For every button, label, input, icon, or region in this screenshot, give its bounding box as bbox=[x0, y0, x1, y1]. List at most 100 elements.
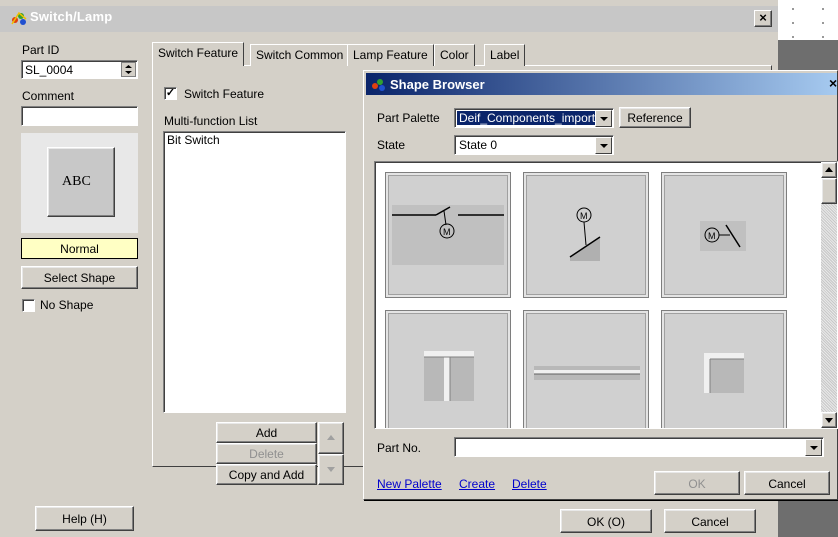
list-item-label: Bit Switch bbox=[167, 133, 220, 147]
delete-link[interactable]: Delete bbox=[512, 477, 547, 491]
shape-cell[interactable]: M bbox=[523, 172, 649, 298]
tab-label-label: Label bbox=[490, 48, 520, 62]
switch-feature-label: Switch Feature bbox=[184, 87, 265, 101]
state-value: State 0 bbox=[459, 138, 498, 152]
new-palette-link[interactable]: New Palette bbox=[377, 477, 442, 491]
part-palette-arrow-icon[interactable] bbox=[595, 110, 612, 127]
svg-text:M: M bbox=[443, 227, 451, 237]
browser-ok-label: OK bbox=[688, 477, 706, 491]
spin-arrows-icon bbox=[125, 65, 132, 74]
corner-icon bbox=[704, 353, 744, 393]
scroll-down-button[interactable] bbox=[821, 412, 837, 428]
motor-switch-diagonal-icon: M bbox=[564, 201, 604, 261]
reference-button[interactable]: Reference bbox=[619, 107, 691, 128]
close-icon: × bbox=[759, 10, 767, 25]
ok-label: OK (O) bbox=[587, 515, 625, 529]
arrow-up-icon bbox=[327, 435, 335, 440]
switch-feature-checkbox[interactable]: ✓ bbox=[164, 87, 177, 100]
add-button[interactable]: Add bbox=[216, 422, 317, 443]
browser-ok-button[interactable]: OK bbox=[654, 471, 740, 495]
copy-and-add-button[interactable]: Copy and Add bbox=[216, 464, 317, 485]
tab-lamp-feature-label: Lamp Feature bbox=[353, 48, 428, 62]
motor-switch-small-icon: M bbox=[700, 221, 746, 251]
tab-switch-common-label: Switch Common bbox=[256, 48, 344, 62]
move-up-button[interactable] bbox=[318, 422, 344, 454]
horizontal-line-icon bbox=[534, 366, 640, 380]
svg-text:M: M bbox=[580, 211, 588, 221]
tab-switch-feature-label: Switch Feature bbox=[158, 46, 239, 60]
comment-label: Comment bbox=[22, 89, 75, 103]
app-icon bbox=[10, 10, 28, 29]
comment-field[interactable] bbox=[21, 106, 138, 126]
shape-cell[interactable]: M bbox=[661, 172, 787, 298]
ok-button[interactable]: OK (O) bbox=[560, 509, 652, 533]
motor-switch-horizontal-icon: M bbox=[392, 205, 504, 265]
state-indicator: Normal bbox=[21, 238, 138, 259]
no-shape-label: No Shape bbox=[40, 298, 94, 312]
preview-area: ABC bbox=[21, 133, 138, 233]
shape-browser-close-icon[interactable]: × bbox=[829, 75, 837, 91]
background-grid bbox=[778, 0, 838, 40]
reference-label: Reference bbox=[627, 111, 683, 125]
move-down-button[interactable] bbox=[318, 454, 344, 485]
part-no-dropdown[interactable] bbox=[454, 437, 824, 457]
select-shape-label: Select Shape bbox=[43, 271, 116, 285]
shape-cell[interactable] bbox=[661, 310, 787, 428]
tab-label[interactable]: Label bbox=[484, 44, 526, 66]
shape-cell[interactable] bbox=[523, 310, 649, 428]
multi-function-list[interactable]: Bit Switch bbox=[163, 131, 346, 413]
help-button[interactable]: Help (H) bbox=[35, 506, 134, 531]
no-shape-checkbox[interactable] bbox=[22, 299, 35, 312]
select-shape-button[interactable]: Select Shape bbox=[21, 266, 138, 289]
preview-shape: ABC bbox=[47, 147, 115, 217]
add-label: Add bbox=[255, 426, 278, 440]
main-title-bar[interactable]: Switch/Lamp × bbox=[0, 6, 778, 32]
shape-cell[interactable] bbox=[385, 310, 511, 428]
help-label: Help (H) bbox=[62, 512, 107, 526]
tab-switch-common[interactable]: Switch Common bbox=[250, 44, 350, 66]
state-indicator-label: Normal bbox=[60, 242, 99, 256]
part-palette-label: Part Palette bbox=[377, 111, 440, 125]
part-palette-value: Deif_Components_import bbox=[457, 111, 598, 125]
arrow-down-icon bbox=[327, 467, 335, 472]
tee-junction-icon bbox=[424, 351, 474, 401]
part-no-label: Part No. bbox=[377, 441, 422, 455]
delete-label: Delete bbox=[249, 447, 284, 461]
main-title: Switch/Lamp bbox=[30, 9, 113, 24]
create-link[interactable]: Create bbox=[459, 477, 495, 491]
svg-text:M: M bbox=[708, 231, 716, 241]
state-label: State bbox=[377, 138, 406, 152]
part-id-label: Part ID bbox=[22, 43, 60, 57]
shape-browser-dialog: Shape Browser × Part Palette Deif_Compon… bbox=[363, 70, 838, 500]
main-close-button[interactable]: × bbox=[754, 10, 772, 27]
part-id-value: SL_0004 bbox=[25, 63, 74, 77]
browser-cancel-label: Cancel bbox=[768, 477, 806, 491]
state-arrow-icon[interactable] bbox=[595, 137, 612, 154]
shape-grid[interactable]: M M M bbox=[374, 161, 838, 429]
copy-and-add-label: Copy and Add bbox=[228, 468, 305, 482]
scroll-thumb[interactable] bbox=[821, 178, 837, 204]
part-id-spinner[interactable]: SL_0004 bbox=[21, 60, 138, 79]
scroll-down-icon bbox=[825, 418, 833, 423]
shape-cell[interactable]: M bbox=[385, 172, 511, 298]
cancel-button[interactable]: Cancel bbox=[664, 509, 756, 533]
list-item[interactable]: Bit Switch bbox=[164, 132, 345, 148]
delete-button[interactable]: Delete bbox=[216, 443, 317, 464]
tab-switch-feature[interactable]: Switch Feature bbox=[152, 42, 245, 66]
preview-text: ABC bbox=[62, 174, 91, 189]
part-no-arrow-icon[interactable] bbox=[805, 439, 822, 456]
tab-lamp-feature[interactable]: Lamp Feature bbox=[347, 44, 434, 66]
tab-color[interactable]: Color bbox=[434, 44, 475, 66]
shape-browser-title: Shape Browser bbox=[390, 77, 485, 92]
scroll-up-icon bbox=[825, 167, 833, 172]
shape-grid-scrollbar[interactable] bbox=[821, 162, 837, 428]
multi-function-list-label: Multi-function List bbox=[164, 114, 258, 128]
spinner-buttons[interactable] bbox=[121, 62, 136, 77]
browser-cancel-button[interactable]: Cancel bbox=[744, 471, 830, 495]
cancel-label: Cancel bbox=[691, 515, 729, 529]
state-dropdown[interactable]: State 0 bbox=[454, 135, 614, 155]
shape-browser-app-icon bbox=[370, 76, 387, 95]
shape-browser-title-bar[interactable]: Shape Browser × bbox=[366, 73, 837, 95]
part-palette-dropdown[interactable]: Deif_Components_import bbox=[454, 108, 614, 128]
scroll-up-button[interactable] bbox=[821, 162, 837, 178]
